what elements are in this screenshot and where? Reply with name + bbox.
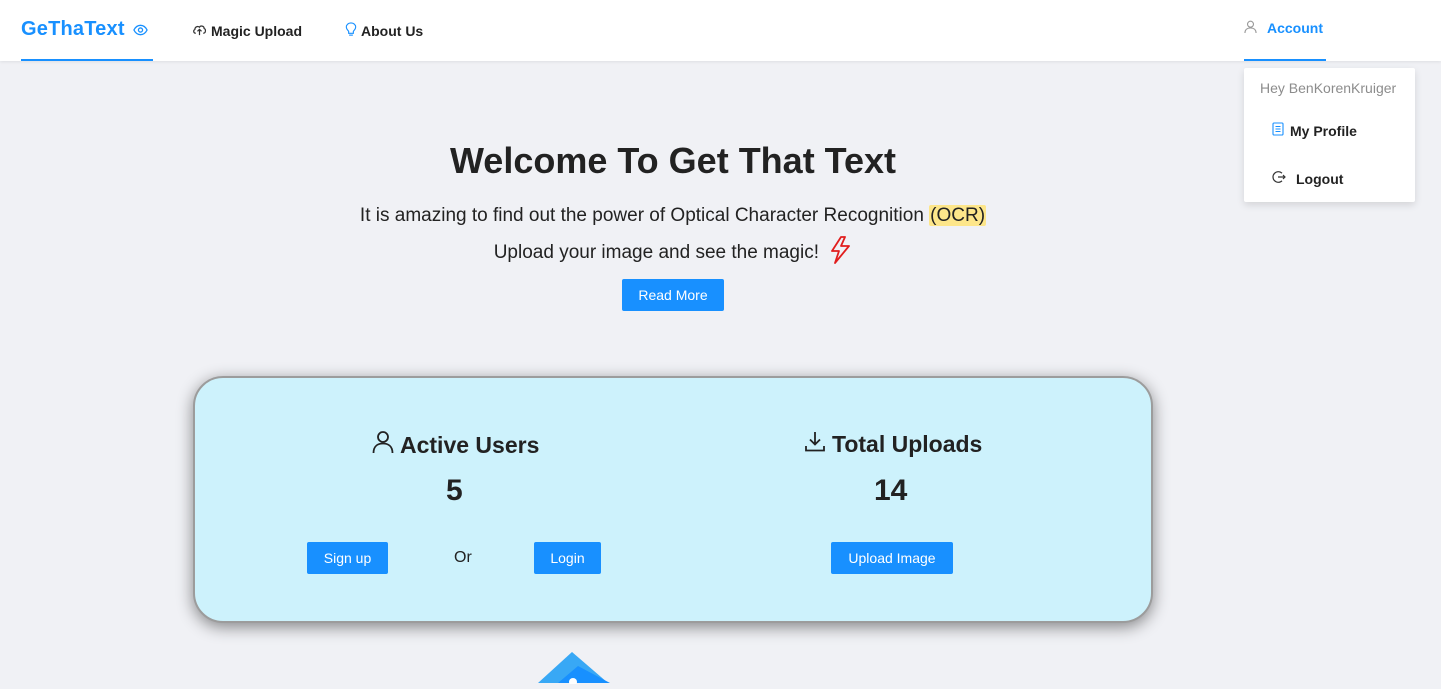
lightning-icon (828, 236, 852, 270)
dropdown-greeting: Hey BenKorenKruiger (1260, 80, 1397, 96)
nav-account-label: Account (1267, 20, 1323, 36)
upload-image-button[interactable]: Upload Image (831, 542, 953, 574)
hero-description: It is amazing to find out the power of O… (0, 205, 1346, 227)
nav-magic-upload-label: Magic Upload (211, 22, 303, 39)
active-users-heading: Active Users (372, 430, 539, 460)
stats-card: Active Users 5 Total Uploads 14 Sign up … (193, 376, 1153, 623)
hero-description-text: It is amazing to find out the power of O… (359, 205, 930, 226)
app-logo[interactable]: GeThaText (21, 0, 153, 61)
my-profile-label: My Profile (1290, 122, 1357, 139)
top-navbar: GeThaText Magic Upload About Us Account (0, 0, 1441, 61)
ocr-highlight: (OCR) (929, 205, 987, 226)
eye-icon (132, 24, 148, 36)
nav-about-us-label: About Us (361, 22, 424, 39)
nav-magic-upload[interactable]: Magic Upload (192, 0, 302, 61)
profile-doc-icon (1272, 122, 1290, 139)
login-button[interactable]: Login (534, 542, 601, 574)
read-more-button[interactable]: Read More (622, 279, 724, 311)
nav-account[interactable]: Account (1244, 0, 1326, 61)
bulb-icon (345, 21, 361, 40)
or-separator: Or (454, 549, 472, 566)
hero-subline: Upload your image and see the magic! (0, 236, 1346, 270)
total-uploads-count: 14 (874, 474, 908, 507)
active-users-label: Active Users (400, 431, 540, 458)
nav-about-us[interactable]: About Us (345, 0, 423, 61)
hero-subline-text: Upload your image and see the magic! (493, 242, 820, 263)
user-icon (1244, 20, 1267, 37)
signup-button[interactable]: Sign up (307, 542, 388, 574)
image-illustration-icon (538, 652, 610, 689)
page-title: Welcome To Get That Text (449, 140, 897, 181)
download-icon (804, 430, 832, 458)
total-uploads-heading: Total Uploads (804, 430, 982, 458)
total-uploads-label: Total Uploads (832, 430, 983, 457)
cloud-upload-icon (192, 23, 211, 39)
logo-text: GeThaText (21, 18, 125, 40)
user-icon (372, 430, 400, 460)
my-profile-menu-item[interactable]: My Profile (1272, 122, 1357, 139)
active-users-count: 5 (446, 474, 463, 507)
